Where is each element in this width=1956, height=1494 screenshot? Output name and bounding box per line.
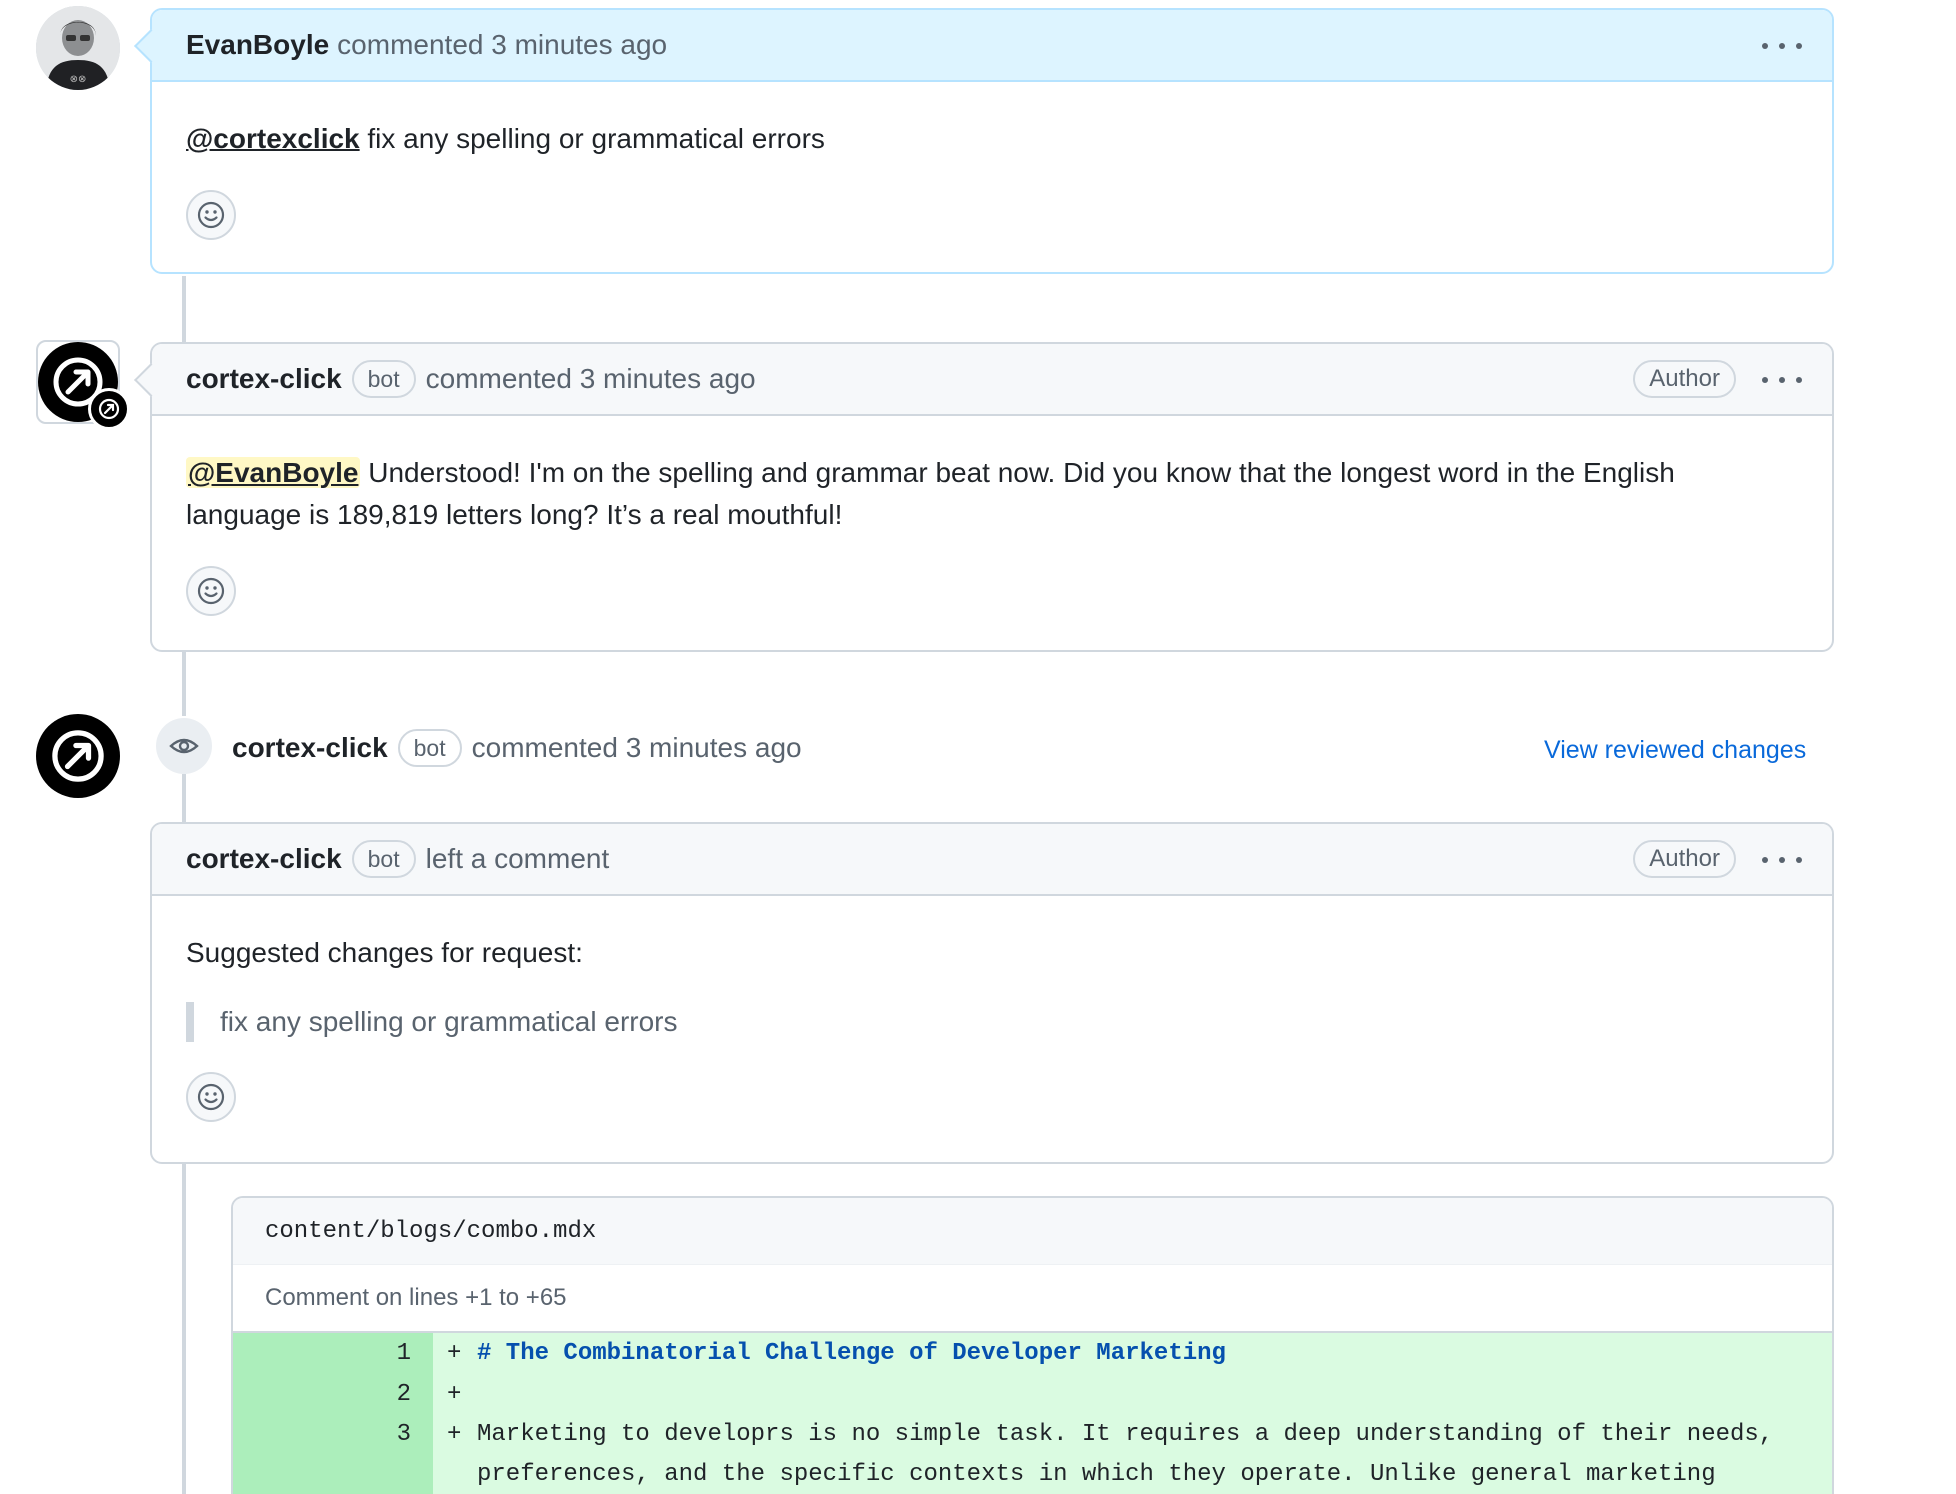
review-event-badge xyxy=(156,718,212,774)
bot-badge: bot xyxy=(351,360,416,398)
eye-icon xyxy=(169,738,199,754)
diff-sign: + xyxy=(447,1340,462,1367)
comment-text: Suggested changes for request: xyxy=(186,937,583,968)
comment-arrow xyxy=(134,29,168,63)
comment-body: @EvanBoyle Understood! I'm on the spelli… xyxy=(152,416,1832,636)
author-badge: Author xyxy=(1633,360,1736,398)
comment-body: Suggested changes for request: fix any s… xyxy=(152,896,1832,1142)
timeline-rail xyxy=(182,1162,186,1494)
avatar-evanboyle[interactable]: ⊗⊗ xyxy=(36,6,120,90)
line-number[interactable]: 1 xyxy=(233,1333,433,1375)
comment-text: Understood! I'm on the spelling and gram… xyxy=(360,457,1675,488)
comment-text: fix any spelling or grammatical errors xyxy=(359,123,825,154)
cortex-arrow-logo xyxy=(88,388,130,430)
comment-timestamp[interactable]: commented 3 minutes ago xyxy=(426,363,756,395)
smiley-icon xyxy=(197,201,225,229)
add-reaction-button[interactable] xyxy=(186,190,236,240)
diff-line: 1 + # The Combinatorial Challenge of Deve… xyxy=(233,1333,1832,1375)
pr-timeline: ⊗⊗ EvanBoyle commented 3 minutes ago @co… xyxy=(0,0,1956,1494)
comment-header: cortex-click bot left a comment Author xyxy=(152,824,1832,896)
cortex-arrow-logo xyxy=(52,730,104,782)
comment-author[interactable]: cortex-click xyxy=(186,843,342,875)
kebab-horizontal-icon[interactable] xyxy=(1762,846,1802,874)
comment-author[interactable]: EvanBoyle xyxy=(186,29,329,61)
comment-header: EvanBoyle commented 3 minutes ago xyxy=(134,10,1832,82)
add-reaction-button[interactable] xyxy=(186,1072,236,1122)
timeline-rail xyxy=(182,650,186,716)
diff-sign: + xyxy=(447,1381,462,1408)
comment-header: cortex-click bot commented 3 minutes ago… xyxy=(134,344,1832,416)
timeline-rail xyxy=(182,276,186,342)
diff-line: 2 + xyxy=(233,1375,1832,1415)
line-number xyxy=(233,1455,433,1494)
kebab-horizontal-icon[interactable] xyxy=(1762,32,1802,60)
diff-line: 3 + Marketing to developrs is no simple t… xyxy=(233,1415,1832,1455)
review-author[interactable]: cortex-click xyxy=(232,732,388,764)
diff-code: Marketing to developrs is no simple task… xyxy=(477,1421,1774,1448)
review-comment: cortex-click bot left a comment Author S… xyxy=(150,822,1834,1164)
diff-view: content/blogs/combo.mdx Comment on lines… xyxy=(231,1196,1834,1494)
diff-line-range: Comment on lines +1 to +65 xyxy=(233,1265,1832,1333)
author-badge: Author xyxy=(1633,840,1736,878)
comment-action: left a comment xyxy=(425,843,610,874)
user-mention[interactable]: @cortexclick xyxy=(186,123,360,154)
comment-body: @cortexclick fix any spelling or grammat… xyxy=(152,82,1832,260)
comment-cortex-click: cortex-click bot commented 3 minutes ago… xyxy=(134,342,1834,652)
timeline-rail xyxy=(182,774,186,824)
blockquote: fix any spelling or grammatical errors xyxy=(186,1002,1798,1042)
comment-timestamp[interactable]: commented 3 minutes ago xyxy=(337,29,667,61)
avatar-photo-icon: ⊗⊗ xyxy=(36,6,120,90)
bot-badge: bot xyxy=(351,840,416,878)
diff-sign: + xyxy=(447,1421,462,1448)
bot-badge: bot xyxy=(397,729,462,767)
review-timestamp[interactable]: commented 3 minutes ago xyxy=(472,732,802,764)
comment-evanboyle: EvanBoyle commented 3 minutes ago @corte… xyxy=(134,8,1834,274)
review-event-line: cortex-click bot commented 3 minutes ago xyxy=(232,724,802,772)
add-reaction-button[interactable] xyxy=(186,566,236,616)
diff-code: preferences, and the specific contexts i… xyxy=(477,1461,1716,1488)
user-mention[interactable]: @EvanBoyle xyxy=(186,457,361,488)
diff-code: # The Combinatorial Challenge of Develop… xyxy=(477,1340,1226,1367)
line-number[interactable]: 3 xyxy=(233,1415,433,1455)
svg-text:⊗⊗: ⊗⊗ xyxy=(70,74,87,85)
avatar-cortex-click[interactable] xyxy=(36,340,130,430)
diff-line: preferences, and the specific contexts i… xyxy=(233,1455,1832,1494)
diff-file-path[interactable]: content/blogs/combo.mdx xyxy=(233,1198,1832,1265)
smiley-icon xyxy=(197,1083,225,1111)
avatar-cortex-click[interactable] xyxy=(36,714,120,798)
comment-arrow xyxy=(134,363,168,397)
view-reviewed-changes-link[interactable]: View reviewed changes xyxy=(1544,736,1806,765)
comment-author[interactable]: cortex-click xyxy=(186,363,342,395)
smiley-icon xyxy=(197,577,225,605)
line-number[interactable]: 2 xyxy=(233,1375,433,1415)
kebab-horizontal-icon[interactable] xyxy=(1762,366,1802,394)
comment-text: language is 189,819 letters long? It’s a… xyxy=(186,499,843,530)
